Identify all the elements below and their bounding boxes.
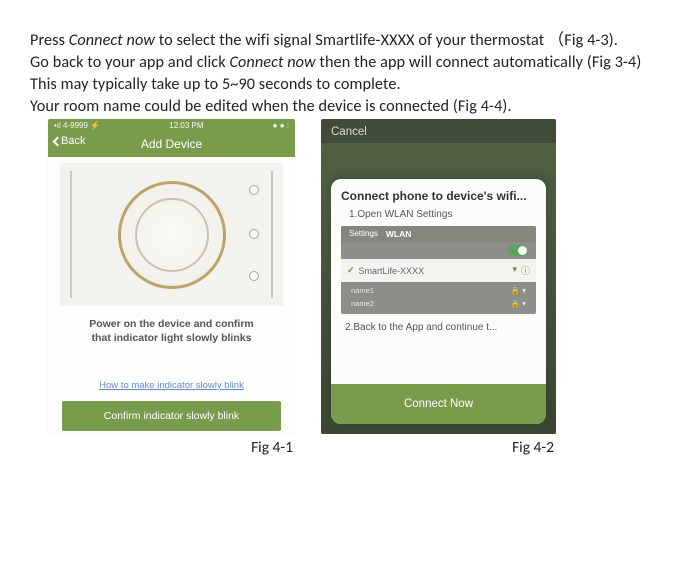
page-title: Add Device — [141, 137, 202, 151]
wlan-toggle-row — [341, 242, 536, 259]
figures-row: •ıl 4-9999 ⚡ 12:03 PM ● ● : Back Add Dev… — [30, 119, 656, 457]
instruction-card: Connect phone to device's wifi... 1.Open… — [331, 179, 546, 424]
back-button[interactable]: Back — [54, 135, 85, 147]
prompt-text: Power on the device and confirm that ind… — [48, 306, 295, 349]
lock-wifi-icon: 🔒 ▾ — [511, 286, 526, 295]
thermostat-image — [60, 163, 283, 306]
other-networks: name1 🔒 ▾ name2 🔒 ▾ — [341, 282, 536, 314]
nav-bar: Back Add Device — [48, 131, 295, 157]
wifi-icon: ▾ — [512, 264, 517, 277]
step-1-label: 1.Open WLAN Settings — [331, 207, 546, 226]
step-2-label: 2.Back to the App and continue t... — [331, 314, 546, 335]
side-button-icon — [249, 185, 259, 195]
ssid-label: SmartLife-XXXX — [359, 266, 425, 276]
status-left: •ıl 4-9999 ⚡ — [54, 121, 100, 131]
network-icons: ▾ ⓘ — [512, 264, 530, 277]
check-icon: ✓ — [347, 265, 355, 276]
app-header: •ıl 4-9999 ⚡ 12:03 PM ● ● : Back Add Dev… — [48, 119, 295, 157]
prompt-line: that indicator light slowly blinks — [62, 332, 281, 346]
lock-wifi-icon: 🔒 ▾ — [511, 299, 526, 308]
figure-caption: Fig 4-1 — [251, 438, 295, 457]
instruction-line-1: Press Connect now to select the wifi sig… — [30, 30, 656, 52]
wlan-toggle[interactable] — [508, 245, 528, 256]
status-time: 12:03 PM — [169, 121, 203, 131]
network-row[interactable]: name2 🔒 ▾ — [347, 297, 530, 310]
emphasis: Connect now — [69, 31, 155, 50]
side-button-icon — [249, 229, 259, 239]
wlan-header: Settings WLAN — [341, 226, 536, 242]
back-label: Back — [61, 135, 85, 147]
info-icon: ⓘ — [521, 264, 530, 277]
document-page: Press Connect now to select the wifi sig… — [0, 0, 686, 457]
phone-screenshot-connect-wifi: Cancel Connect phone to device's wifi...… — [321, 119, 556, 434]
instruction-line-4: Your room name could be edited when the … — [30, 96, 656, 118]
prompt-line: Power on the device and confirm — [62, 318, 281, 332]
nav-bar: Cancel — [321, 119, 556, 145]
status-right: ● ● : — [273, 121, 289, 131]
settings-label: Settings — [349, 229, 378, 242]
figure-caption: Fig 4-2 — [512, 438, 556, 457]
wlan-label: WLAN — [386, 229, 412, 242]
app-body: Power on the device and confirm that ind… — [48, 157, 295, 430]
connect-now-button[interactable]: Connect Now — [331, 384, 546, 424]
network-row[interactable]: name1 🔒 ▾ — [347, 284, 530, 297]
instruction-line-3: This may typically take up to 5~90 secon… — [30, 74, 656, 96]
card-title: Connect phone to device's wifi... — [331, 179, 546, 207]
status-bar: •ıl 4-9999 ⚡ 12:03 PM ● ● : — [48, 119, 295, 131]
instruction-line-2: Go back to your app and click Connect no… — [30, 52, 656, 74]
side-button-icon — [249, 271, 259, 281]
figure-1-column: •ıl 4-9999 ⚡ 12:03 PM ● ● : Back Add Dev… — [48, 119, 295, 457]
text: to select the wifi signal Smartlife-XXXX… — [155, 31, 618, 50]
text: Go back to your app and click — [30, 53, 229, 72]
ssid-label: name2 — [351, 299, 374, 308]
figure-2-column: Cancel Connect phone to device's wifi...… — [321, 119, 556, 457]
instruction-block: Press Connect now to select the wifi sig… — [30, 30, 656, 117]
selected-network-row[interactable]: ✓ SmartLife-XXXX ▾ ⓘ — [341, 259, 536, 282]
phone-screenshot-add-device: •ıl 4-9999 ⚡ 12:03 PM ● ● : Back Add Dev… — [48, 119, 295, 434]
text: then the app will connect automatically … — [316, 53, 642, 72]
thermostat-ring-icon — [118, 181, 226, 289]
help-link[interactable]: How to make indicator slowly blink — [48, 380, 295, 391]
ssid-label: name1 — [351, 286, 374, 295]
text: Press — [30, 31, 69, 50]
wlan-settings-preview: Settings WLAN ✓ SmartLife-XXXX ▾ — [341, 226, 536, 314]
confirm-button[interactable]: Confirm indicator slowly blink — [62, 401, 281, 431]
emphasis: Connect now — [229, 53, 315, 72]
cancel-button[interactable]: Cancel — [331, 126, 367, 138]
